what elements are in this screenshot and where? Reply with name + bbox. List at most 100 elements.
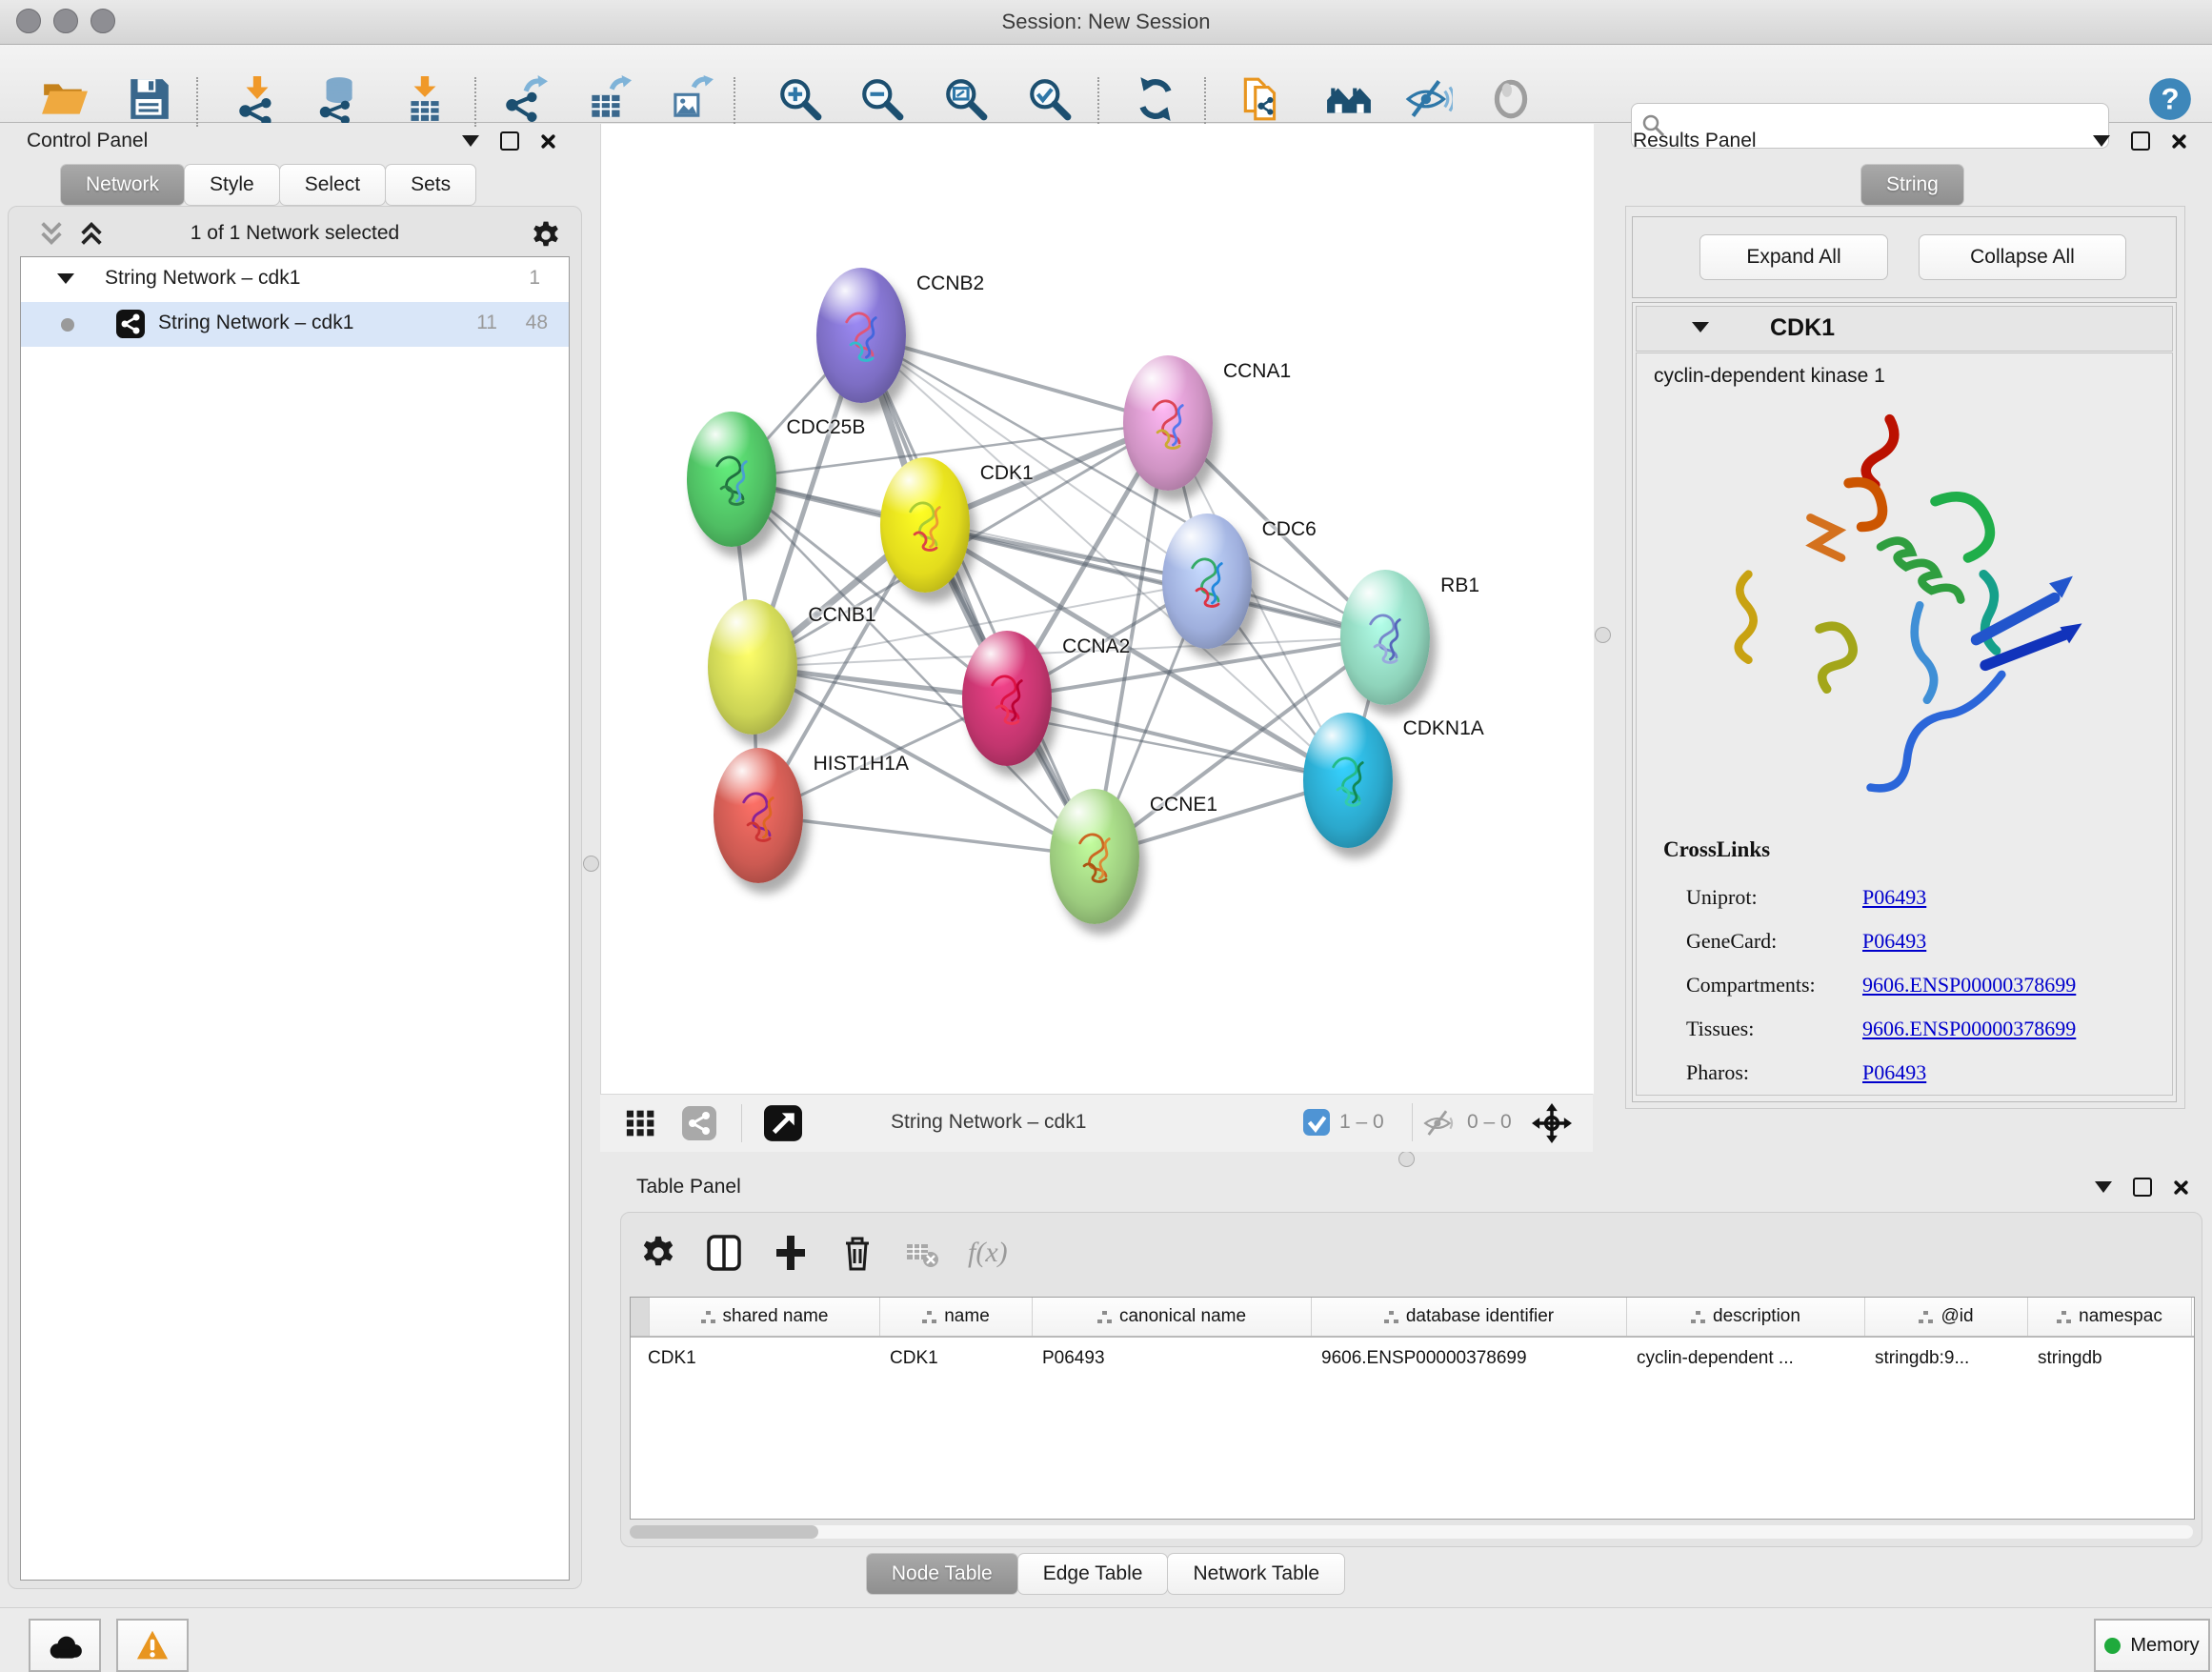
collection-expand-icon[interactable] [57, 273, 74, 284]
delete-column-icon[interactable] [838, 1234, 876, 1272]
zoom-out-button[interactable] [855, 72, 909, 126]
column-header-namespac[interactable]: namespac [2028, 1298, 2192, 1336]
crosslink-link[interactable]: 9606.ENSP00000378699 [1862, 1017, 2076, 1040]
tab-network[interactable]: Network [60, 164, 185, 206]
column-header-database-identifier[interactable]: database identifier [1312, 1298, 1627, 1336]
save-session-button[interactable] [122, 72, 175, 126]
network-canvas[interactable]: CCNB2CCNA1CDC25BCDK1CDC6RB1CCNB1CCNA2CDK… [600, 124, 1594, 1094]
cloud-status-button[interactable] [29, 1619, 101, 1672]
panel-maximize-icon[interactable] [500, 131, 519, 151]
network-node-cdk1[interactable] [880, 457, 970, 593]
results-scroll-area[interactable]: CDK1 cyclin-dependent kinase 1 [1632, 302, 2177, 1102]
group-collapse-icon[interactable] [1692, 322, 1709, 332]
birdseye-view-icon[interactable] [762, 1104, 804, 1142]
tab-edge-table[interactable]: Edge Table [1017, 1553, 1169, 1595]
import-network-file-button[interactable] [231, 72, 284, 126]
network-node-hist1h1a[interactable] [714, 748, 803, 883]
panel-float-icon[interactable] [2093, 135, 2110, 147]
string-home-button[interactable] [1322, 72, 1376, 126]
crosslink-link[interactable]: 9606.ENSP00000378699 [1862, 973, 2076, 997]
horizontal-scrollbar[interactable] [630, 1525, 2193, 1539]
network-node-ccnb2[interactable] [816, 268, 906, 403]
selected-checkbox-icon[interactable] [1303, 1109, 1330, 1136]
column-header-shared-name[interactable]: shared name [650, 1298, 880, 1336]
vertical-splitter-handle[interactable] [583, 856, 599, 872]
refresh-button[interactable] [1129, 72, 1182, 126]
import-table-file-button[interactable] [398, 72, 452, 126]
crosslink-link[interactable]: P06493 [1862, 929, 1926, 953]
table-cell[interactable]: stringdb:9... [1865, 1338, 2028, 1380]
tab-select[interactable]: Select [279, 164, 386, 206]
table-cell[interactable]: stringdb [2028, 1338, 2192, 1380]
import-network-database-button[interactable] [311, 72, 364, 126]
table-cell[interactable]: CDK1 [880, 1338, 1033, 1380]
collapse-all-button[interactable]: Collapse All [1919, 234, 2126, 280]
table-cell[interactable]: cyclin-dependent ... [1627, 1338, 1865, 1380]
network-node-rb1[interactable] [1340, 570, 1430, 705]
panel-float-icon[interactable] [2095, 1181, 2112, 1193]
tab-style[interactable]: Style [184, 164, 280, 206]
add-column-icon[interactable] [772, 1234, 810, 1272]
panel-close-icon[interactable] [2173, 1179, 2189, 1196]
panel-close-icon[interactable] [2171, 133, 2187, 150]
panel-maximize-icon[interactable] [2133, 1178, 2152, 1197]
memory-button[interactable]: Memory [2094, 1619, 2210, 1672]
table-cell[interactable]: CDK1 [638, 1338, 880, 1380]
show-columns-icon[interactable] [705, 1234, 743, 1272]
network-node-ccna2[interactable] [962, 631, 1052, 766]
tab-network-table[interactable]: Network Table [1167, 1553, 1345, 1595]
share-document-button[interactable] [1235, 72, 1288, 126]
houses-icon [1325, 75, 1373, 123]
warnings-button[interactable] [116, 1619, 189, 1672]
column-header-description[interactable]: description [1627, 1298, 1865, 1336]
network-node-ccnb1[interactable] [708, 599, 797, 735]
column-header--id[interactable]: @id [1865, 1298, 2028, 1336]
show-details-button[interactable] [1484, 72, 1538, 126]
delete-table-icon [905, 1237, 939, 1269]
share-view-icon[interactable] [682, 1106, 716, 1140]
expand-all-button[interactable]: Expand All [1699, 234, 1888, 280]
gene-group-header[interactable]: CDK1 [1636, 306, 2173, 352]
vertical-splitter-handle[interactable] [1595, 627, 1611, 643]
zoom-fit-button[interactable] [939, 72, 993, 126]
node-label: CCNB2 [916, 272, 984, 295]
export-network-button[interactable] [497, 72, 551, 126]
export-image-button[interactable] [663, 72, 716, 126]
column-header-canonical-name[interactable]: canonical name [1033, 1298, 1312, 1336]
table-row[interactable]: CDK1CDK1P064939606.ENSP00000378699cyclin… [631, 1338, 2194, 1380]
column-type-icon [1097, 1311, 1112, 1323]
export-table-button[interactable] [581, 72, 634, 126]
network-node-cdc25b[interactable] [687, 412, 776, 547]
open-session-button[interactable] [38, 72, 91, 126]
network-node-cdkn1a[interactable] [1303, 713, 1393, 848]
crosslink-row: GeneCard:P06493 [1686, 919, 2162, 963]
column-header-name[interactable]: name [880, 1298, 1033, 1336]
table-cell[interactable]: 9606.ENSP00000378699 [1312, 1338, 1627, 1380]
network-node-ccna1[interactable] [1123, 355, 1213, 491]
panel-float-icon[interactable] [462, 135, 479, 147]
network-row[interactable]: String Network – cdk1 11 48 [21, 302, 569, 347]
panel-maximize-icon[interactable] [2131, 131, 2150, 151]
zoom-selected-button[interactable] [1023, 72, 1076, 126]
options-gear-icon[interactable] [531, 220, 561, 251]
grid-view-icon[interactable] [625, 1108, 657, 1138]
tab-string[interactable]: String [1860, 164, 1964, 206]
network-node-ccne1[interactable] [1050, 789, 1139, 924]
crosslink-link[interactable]: P06493 [1862, 1060, 1926, 1084]
help-button[interactable]: ? [2143, 72, 2197, 126]
import-network-icon [233, 75, 281, 123]
tab-sets[interactable]: Sets [385, 164, 476, 206]
zoom-in-button[interactable] [774, 72, 827, 126]
table-cell[interactable]: P06493 [1033, 1338, 1312, 1380]
scrollbar-thumb[interactable] [630, 1525, 818, 1539]
network-list: String Network – cdk1 1 String Network –… [20, 256, 570, 1581]
tab-node-table[interactable]: Node Table [866, 1553, 1018, 1595]
control-panel-tabs: Network Style Select Sets [61, 164, 476, 206]
crosslink-link[interactable]: P06493 [1862, 885, 1926, 909]
network-node-cdc6[interactable] [1162, 514, 1252, 649]
hide-details-button[interactable] [1402, 72, 1456, 126]
fit-content-icon[interactable] [1532, 1103, 1572, 1143]
table-options-gear-icon[interactable] [640, 1235, 676, 1271]
panel-close-icon[interactable] [540, 133, 556, 150]
network-collection-row[interactable]: String Network – cdk1 1 [21, 257, 569, 302]
